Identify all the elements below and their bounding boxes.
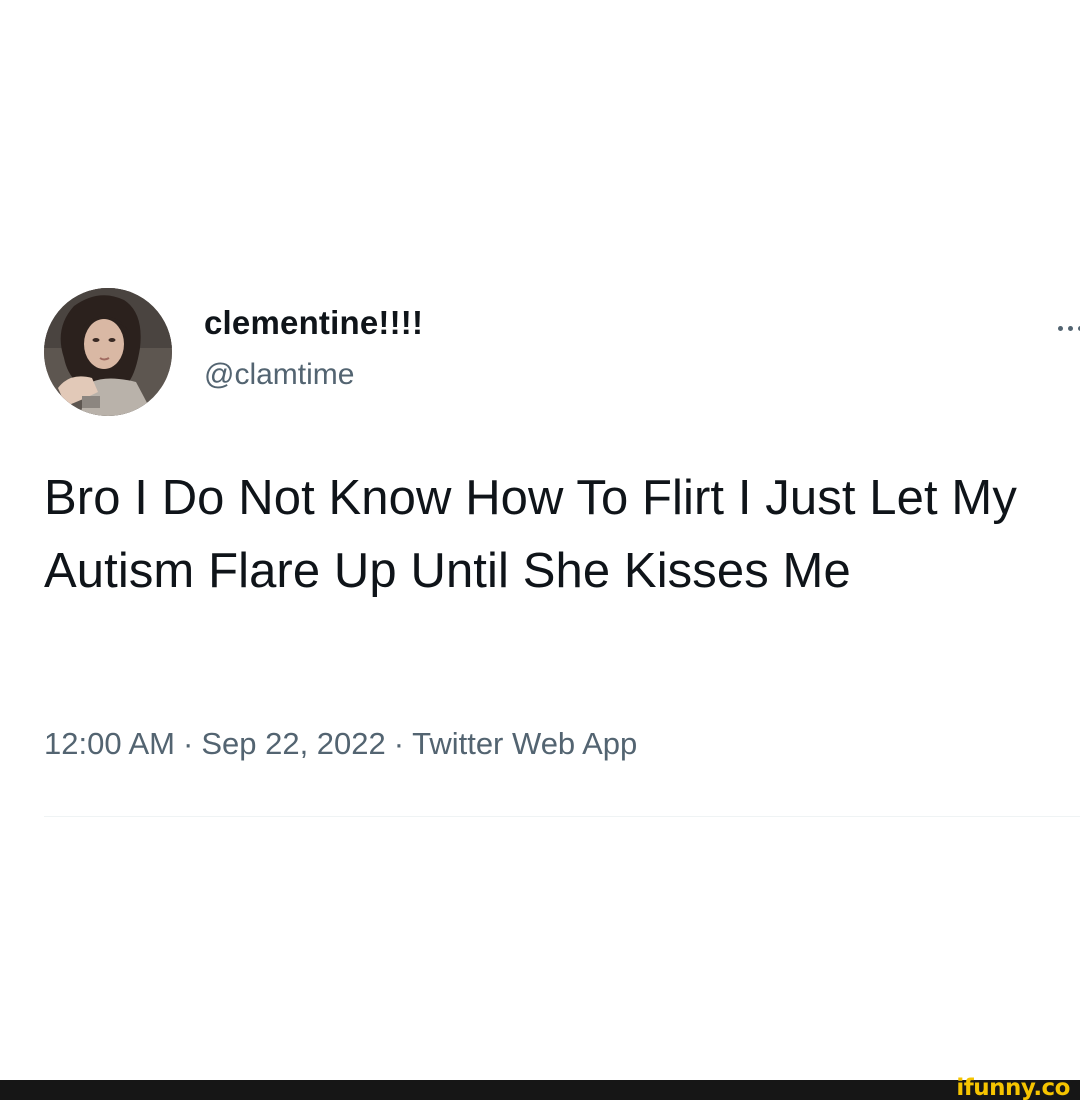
tweet-card: clementine!!!! @clamtime Bro I Do Not Kn…: [0, 0, 1080, 1080]
tweet-metadata: 12:00 AM · Sep 22, 2022 · Twitter Web App: [44, 726, 637, 762]
divider: [44, 816, 1080, 817]
avatar-photo: [44, 288, 172, 416]
tweet-text: Bro I Do Not Know How To Flirt I Just Le…: [44, 471, 1017, 598]
avatar[interactable]: [44, 288, 172, 416]
separator-dot: ·: [182, 726, 194, 761]
ifunny-logo: ifunny.co: [956, 1075, 1070, 1101]
watermark-bar: ifunny.co: [0, 1075, 1080, 1101]
separator-dot: ·: [393, 726, 405, 761]
tweet-time[interactable]: 12:00 AM: [44, 726, 175, 761]
tweet-source[interactable]: Twitter Web App: [412, 726, 637, 761]
more-horizontal-icon[interactable]: [1058, 322, 1080, 334]
user-handle[interactable]: @clamtime: [204, 358, 354, 392]
tweet-date[interactable]: Sep 22, 2022: [201, 726, 385, 761]
display-name[interactable]: clementine!!!!: [204, 304, 423, 342]
